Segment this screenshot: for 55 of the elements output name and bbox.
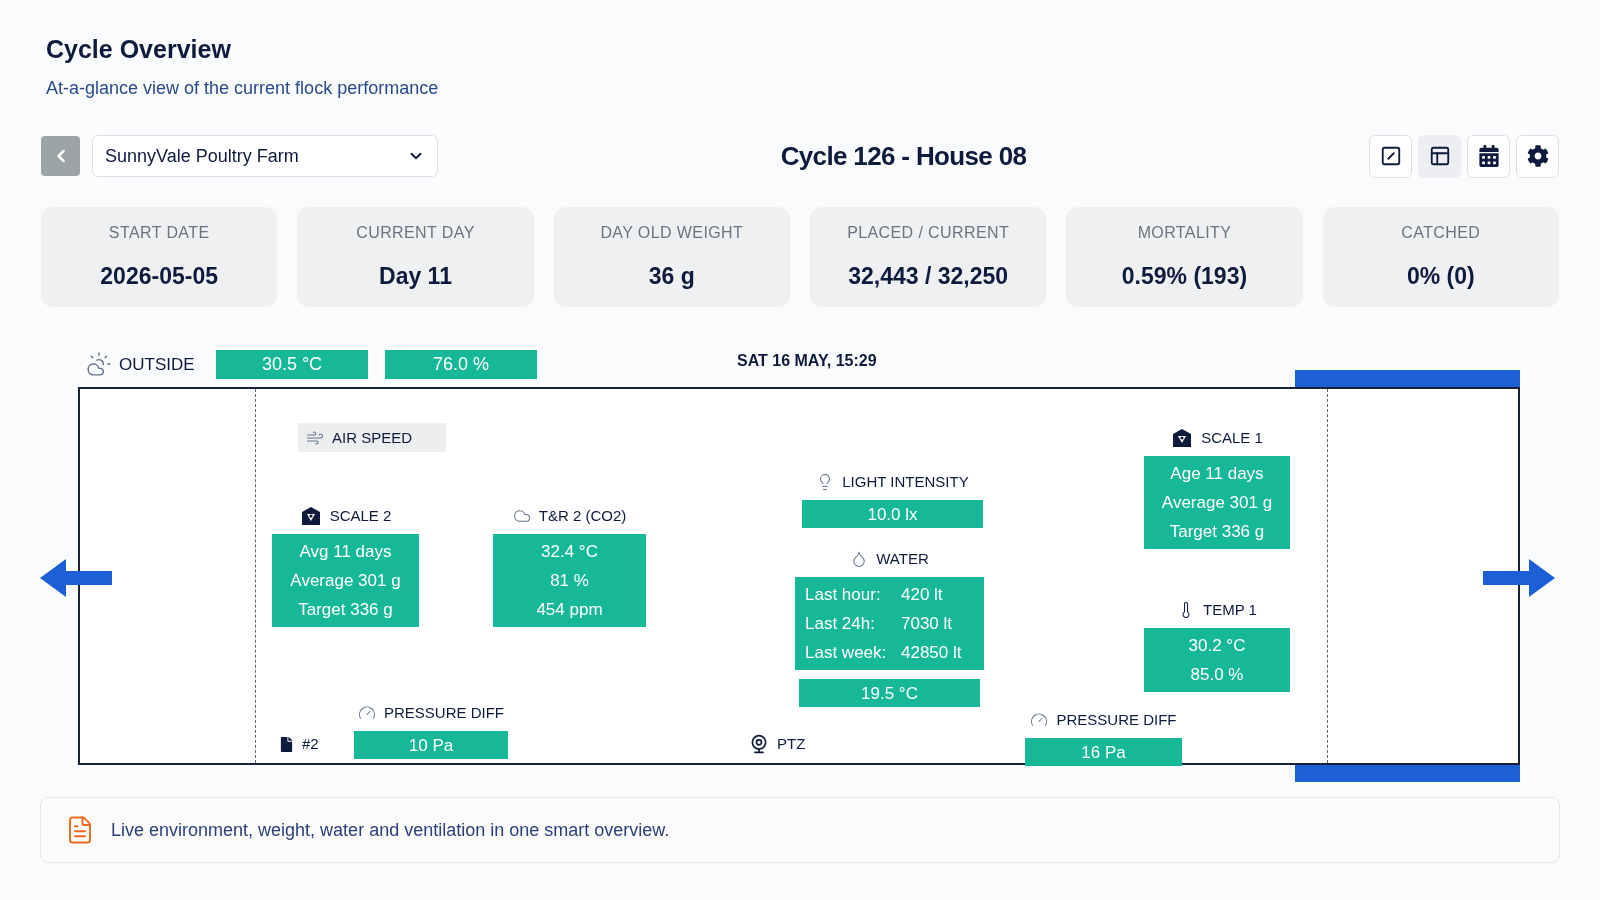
sensor-readout: Age 11 days Average 301 g Target 336 g [1144,456,1290,550]
right-arrow-icon [1483,559,1555,598]
sensor-readout: 10 Pa [354,731,508,760]
farm-select[interactable]: SunnyVale Poultry Farm [92,135,438,178]
stat-label: START DATE [108,223,210,243]
sensor-readout: 16 Pa [1025,738,1182,767]
sensor-tag: #2 [302,733,319,756]
stat-value: 32,443 / 32,250 [848,262,1009,291]
sensor-label: WATER [876,549,929,569]
info-text: Live environment, weight, water and ventilation in one smart overview. [111,818,670,842]
left-arrow-icon [40,559,112,598]
outside-reading: 30.5 °C [216,349,368,379]
calendar-icon [1477,145,1500,168]
expand-icon [1379,145,1402,168]
stat-value: 36 g [648,262,695,291]
sensor-label: SCALE 2 [329,506,392,526]
table-icon [1428,145,1451,168]
air-speed-label: AIR SPEED [298,423,446,453]
toolbar-button[interactable] [1418,134,1461,178]
settings-icon [1526,145,1549,168]
camera-icon [749,734,769,755]
sensor-readout: Avg 11 days Average 301 g Target 336 g [272,534,419,628]
outside-reading: 76.0 % [385,349,537,379]
toolbar-button[interactable] [1467,134,1510,178]
stat-value: 0.59% (193) [1121,262,1248,291]
stat-label: DAY OLD WEIGHT [600,223,744,243]
page-subtitle: At-a-glance view of the current flock performance [46,77,440,101]
sensor-tag: PTZ [777,733,806,756]
stat-label: CATCHED [1401,223,1481,243]
sensor-readout: Last hour: 420 lt Last 24h: 7030 lt Last week: 42850 lt [795,577,984,671]
sensor-readout: 10.0 lx [802,500,983,529]
cloud-sun-icon [86,351,112,378]
stat-value: Day 11 [379,262,452,291]
sensor-readout: 30.2 °C 85.0 % [1144,628,1290,693]
stat-label: CURRENT DAY [356,223,475,243]
sensor-label: T&R 2 (CO2) [538,506,627,526]
stat-label: MORTALITY [1137,223,1232,243]
page-title: Cycle Overview [46,34,232,65]
toolbar-button[interactable] [1369,134,1412,178]
toolbar-button[interactable] [1516,134,1559,178]
sensor-readout: 19.5 °C [799,679,980,708]
stat-value: 2026-05-05 [100,262,218,291]
sensor-label: TEMP 1 [1203,600,1257,620]
timestamp: SAT 16 MAY, 15:29 [737,351,877,372]
wind-icon [306,428,324,447]
stat-label: PLACED / CURRENT [847,223,1010,243]
cycle-title: Cycle 126 - House 08 [780,139,1027,173]
stat-value: 0% (0) [1406,262,1475,291]
sensor-label: SCALE 1 [1201,428,1263,448]
sensor-readout: 32.4 °C 81 % 454 ppm [493,534,646,628]
sensor-label: LIGHT INTENSITY [842,472,969,492]
outside-label: OUTSIDE [119,353,196,376]
sensor-label: PRESSURE DIFF [1056,710,1177,730]
sensor-label: PRESSURE DIFF [384,703,504,723]
document-icon [279,736,294,752]
